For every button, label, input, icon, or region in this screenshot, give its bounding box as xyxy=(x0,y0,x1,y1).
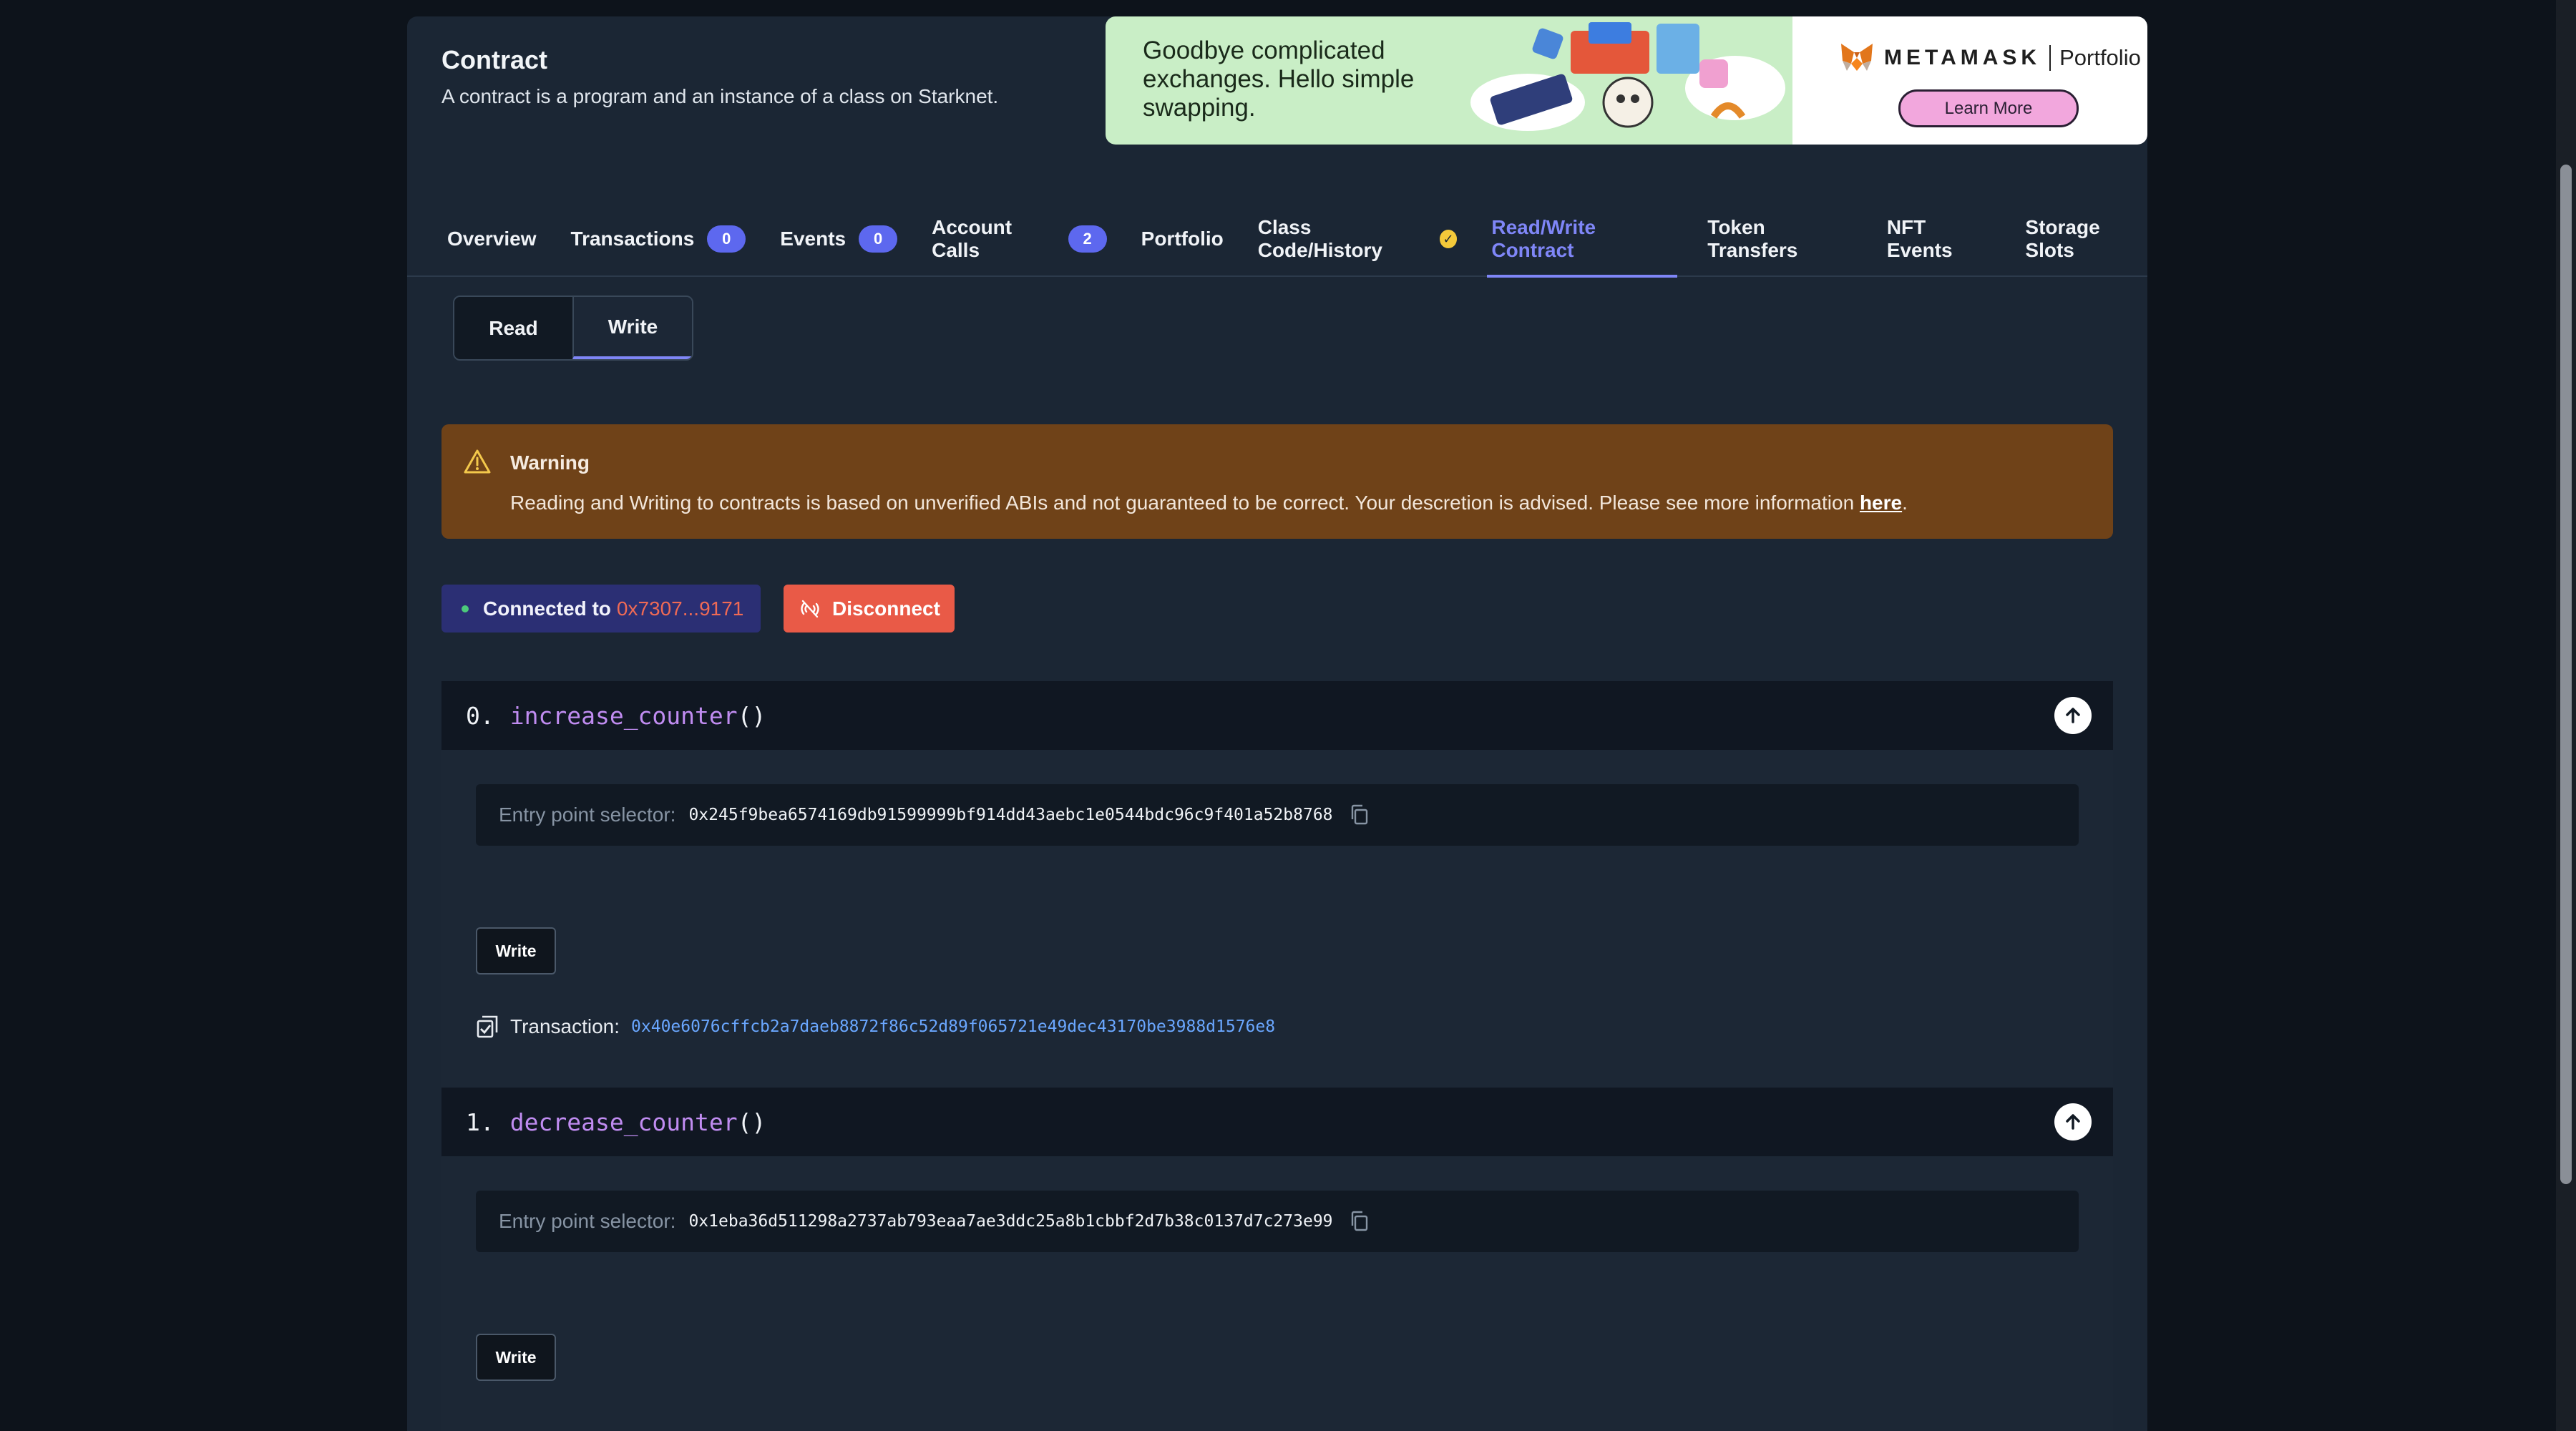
tab-label: Transactions xyxy=(570,228,695,250)
tab-label: Overview xyxy=(447,228,537,250)
write-button[interactable]: Write xyxy=(476,1334,556,1381)
disconnect-button[interactable]: Disconnect xyxy=(784,585,955,633)
collapse-arrow-up-icon[interactable] xyxy=(2054,697,2092,734)
contract-panel: Contract A contract is a program and an … xyxy=(407,16,2147,1431)
transaction-hash-link[interactable]: 0x40e6076cffcb2a7daeb8872f86c52d89f06572… xyxy=(631,1017,1275,1036)
copy-icon[interactable] xyxy=(1349,804,1370,826)
tab-transactions[interactable]: Transactions 0 xyxy=(571,202,746,276)
function-index: 1. xyxy=(466,1108,494,1136)
tab-label: Token Transfers xyxy=(1707,216,1798,261)
collapse-arrow-up-icon[interactable] xyxy=(2054,1103,2092,1141)
tab-label: Storage Slots xyxy=(2025,216,2100,261)
page-subtitle: A contract is a program and an instance … xyxy=(441,85,999,107)
transaction-check-icon xyxy=(477,1015,498,1038)
tab-portfolio[interactable]: Portfolio xyxy=(1141,202,1224,276)
brand-divider xyxy=(2049,45,2051,71)
read-mode-button[interactable]: Read xyxy=(454,297,572,359)
function-parens: () xyxy=(737,701,766,730)
count-badge: 0 xyxy=(859,225,898,253)
selector-value: 0x1eba36d511298a2737ab793eaa7ae3ddc25a8b… xyxy=(688,1212,1333,1231)
warning-trailing: . xyxy=(1902,492,1908,514)
selector-label: Entry point selector: xyxy=(499,1210,676,1232)
tab-label: Class Code/History xyxy=(1257,216,1382,261)
copy-icon[interactable] xyxy=(1349,1210,1370,1233)
selector-label: Entry point selector: xyxy=(499,804,676,826)
warning-triangle-icon xyxy=(464,449,491,474)
warning-info-link[interactable]: here xyxy=(1860,492,1902,514)
count-badge: 0 xyxy=(707,225,746,253)
function-header[interactable]: 1. decrease_counter() xyxy=(441,1088,2113,1156)
transaction-label: Transaction: xyxy=(510,1015,620,1037)
fox-icon xyxy=(1841,44,1873,71)
tab-read-write-contract[interactable]: Read/Write Contract xyxy=(1487,202,1678,278)
count-badge: 2 xyxy=(1068,225,1107,253)
check-badge-icon: ✓ xyxy=(1439,230,1458,248)
warning-banner: Warning Reading and Writing to contracts… xyxy=(441,424,2113,539)
write-mode-button[interactable]: Write xyxy=(572,297,692,359)
ad-illustration-icon xyxy=(1470,22,1785,131)
tab-label: Read/Write Contract xyxy=(1491,216,1596,261)
tab-label: Events xyxy=(780,228,847,250)
disconnect-icon xyxy=(801,600,819,617)
metamask-logo: METAMASK Portfolio xyxy=(1840,42,2141,74)
write-button[interactable]: Write xyxy=(476,927,556,975)
ad-banner[interactable]: Goodbye complicated exchanges. Hello sim… xyxy=(1106,16,2147,145)
entry-point-selector: Entry point selector: 0x1eba36d511298a27… xyxy=(476,1191,2079,1252)
page: Contract A contract is a program and an … xyxy=(0,0,2576,1431)
disconnect-label: Disconnect xyxy=(832,597,940,620)
tab-account-calls[interactable]: Account Calls 2 xyxy=(932,202,1107,276)
ad-headline: Goodbye complicated exchanges. Hello sim… xyxy=(1143,36,1415,122)
selector-value: 0x245f9bea6574169db91599999bf914dd43aebc… xyxy=(688,806,1333,824)
function-parens: () xyxy=(737,1108,766,1136)
tab-overview[interactable]: Overview xyxy=(447,202,537,276)
tab-class-code-history[interactable]: Class Code/History ✓ xyxy=(1258,202,1458,276)
function-header[interactable]: 0. increase_counter() xyxy=(441,681,2113,750)
scrollbar-thumb[interactable] xyxy=(2560,165,2572,1184)
function-name: decrease_counter xyxy=(509,1108,738,1136)
function-name: increase_counter xyxy=(509,701,738,730)
function-index: 0. xyxy=(466,701,494,730)
tab-label: Account Calls xyxy=(932,216,1013,261)
function-body: Entry point selector: 0x245f9bea6574169d… xyxy=(441,750,2113,1104)
tab-label: Portfolio xyxy=(1141,228,1224,250)
tab-token-transfers[interactable]: Token Transfers xyxy=(1707,202,1853,276)
warning-text: Reading and Writing to contracts is base… xyxy=(510,492,1860,514)
connected-label: Connected to xyxy=(483,597,611,620)
connection-status: Connected to 0x7307...9171 xyxy=(441,585,761,633)
entry-point-selector: Entry point selector: 0x245f9bea6574169d… xyxy=(476,784,2079,846)
ad-product: Portfolio xyxy=(2059,45,2141,70)
ad-brand: METAMASK xyxy=(1884,46,2041,69)
tab-nft-events[interactable]: NFT Events xyxy=(1887,202,1991,276)
warning-title: Warning xyxy=(510,451,590,474)
warning-message: Reading and Writing to contracts is base… xyxy=(510,492,1908,514)
tab-events[interactable]: Events 0 xyxy=(780,202,898,276)
tab-label: NFT Events xyxy=(1886,216,1953,261)
connected-address[interactable]: 0x7307...9171 xyxy=(617,597,744,620)
learn-more-button[interactable]: Learn More xyxy=(1898,89,2079,127)
status-dot-icon xyxy=(462,605,469,612)
tab-bar: Overview Transactions 0 Events 0 Account C… xyxy=(407,202,2147,278)
page-title: Contract xyxy=(441,45,548,74)
ad-brand-section: METAMASK Portfolio Learn More xyxy=(1792,16,2147,145)
tab-storage-slots[interactable]: Storage Slots xyxy=(2025,202,2147,276)
function-body: Entry point selector: 0x1eba36d511298a27… xyxy=(441,1156,2113,1431)
read-write-toggle: Read Write xyxy=(453,296,693,361)
transaction-result: Transaction: 0x40e6076cffcb2a7daeb8872f8… xyxy=(476,1015,1275,1039)
ad-art-section: Goodbye complicated exchanges. Hello sim… xyxy=(1106,16,1792,145)
